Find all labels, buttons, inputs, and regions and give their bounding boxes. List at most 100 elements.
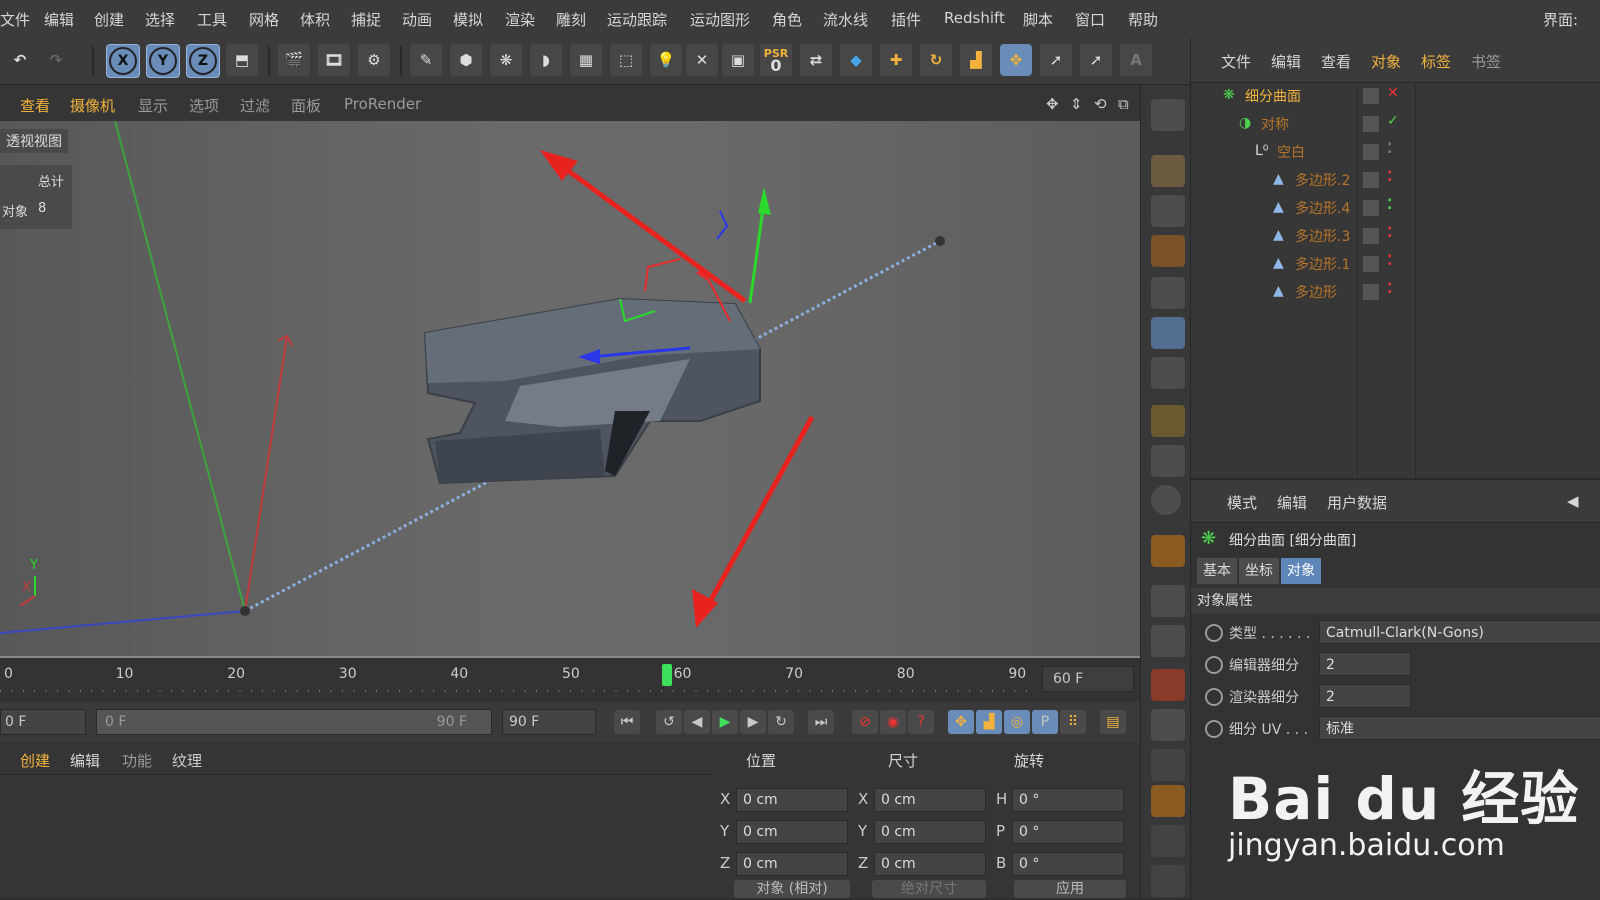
menu-create[interactable]: 创建 [94,9,124,30]
viewport-rotate-icon[interactable]: ⟲ [1094,95,1107,113]
om-menu-bookmarks[interactable]: 书签 [1471,51,1501,72]
visibility-status-icon[interactable]: ✓ [1387,113,1399,129]
timeline-playhead[interactable] [661,664,672,686]
viewport-dolly-icon[interactable]: ⇕ [1070,95,1083,113]
solo-icon[interactable] [1151,485,1181,515]
live-selection-icon[interactable]: ➚ [1040,44,1072,76]
download-icon[interactable] [1151,709,1185,741]
vp-menu-prorender[interactable]: ProRender [344,95,421,113]
make-editable-icon[interactable] [1151,155,1185,187]
viewport-maximize-icon[interactable]: ⧉ [1118,95,1129,113]
vp-menu-display[interactable]: 显示 [138,95,168,116]
picture-icon[interactable]: ▣ [722,44,754,76]
pos-z-input[interactable]: 0 cm [736,852,848,876]
menu-sculpt[interactable]: 雕刻 [556,9,586,30]
tab-object[interactable]: 对象 [1281,558,1321,584]
layer-tag-icon[interactable] [1363,228,1379,244]
scale-icon[interactable]: ▟ [960,44,992,76]
layer-tag-icon[interactable] [1363,144,1379,160]
subdivide-uv-select[interactable]: 标准 [1319,716,1600,740]
tab-coordinates[interactable]: 坐标 [1239,558,1279,584]
timeline-window-icon[interactable]: ▤ [1100,710,1126,734]
back-arrow-icon[interactable]: ◀ [1567,492,1579,510]
rot-p-input[interactable]: 0 ° [1012,820,1124,844]
render-sphere-icon[interactable] [1151,99,1185,131]
render-view-icon[interactable]: 🎬 [278,44,310,76]
autokey-icon[interactable]: ◉ [880,710,906,734]
camera-icon[interactable]: ⬚ [610,44,642,76]
object-row[interactable]: ❋ 细分曲面 ✕ [1191,82,1600,110]
mat-menu-function[interactable]: 功能 [122,750,152,771]
subdivision-generator-icon[interactable]: ❋ [490,44,522,76]
rotate-icon[interactable]: ↻ [920,44,952,76]
coord-size-select[interactable]: 绝对尺寸 [872,880,986,898]
menu-window[interactable]: 窗口 [1075,9,1105,30]
vp-menu-options[interactable]: 选项 [189,95,219,116]
menu-animate[interactable]: 动画 [402,9,432,30]
deformer-icon[interactable]: ◗ [530,44,562,76]
visibility-status-icon[interactable]: ⁚ [1387,169,1392,185]
mat-menu-create[interactable]: 创建 [20,750,50,771]
menu-tools[interactable]: 工具 [197,9,227,30]
menu-edit[interactable]: 编辑 [44,9,74,30]
record-icon[interactable]: ⊘ [852,710,878,734]
box-icon[interactable] [1151,785,1185,817]
rectangle-selection-icon[interactable]: ➚ [1080,44,1112,76]
rot-b-input[interactable]: 0 ° [1012,852,1124,876]
prop-editor-subdiv-radio[interactable] [1205,656,1223,674]
editor-subdivision-input[interactable]: 2 [1319,652,1411,676]
pen-icon[interactable]: ✎ [410,44,442,76]
visibility-status-icon[interactable]: ⁚ [1387,253,1392,269]
menu-motion-tracking[interactable]: 运动跟踪 [607,9,667,30]
z-axis-lock-button[interactable]: Z [186,44,220,78]
perspective-viewport[interactable]: Y X 透视视图 总计 对象 8 [0,121,1140,658]
next-frame-icon[interactable]: ▶ [740,710,766,734]
object-row[interactable]: ▲ 多边形.3 ⁚ [1191,222,1600,250]
subdivision-type-select[interactable]: Catmull-Clark(N-Gons) [1319,620,1600,644]
menu-file[interactable]: 文件 [0,9,30,30]
layer-tag-icon[interactable] [1363,200,1379,216]
axis-mode-icon[interactable] [1151,405,1185,437]
vp-menu-panel[interactable]: 面板 [291,95,321,116]
xyz-swap-icon[interactable]: ⇄ [800,44,832,76]
am-menu-edit[interactable]: 编辑 [1277,492,1307,513]
move-icon[interactable]: ✥ [1000,44,1032,76]
render-subdivision-input[interactable]: 2 [1319,684,1411,708]
object-row[interactable]: ▲ 多边形.2 ⁚ [1191,166,1600,194]
size-z-input[interactable]: 0 cm [874,852,986,876]
viewport-move-icon[interactable]: ✥ [1046,95,1059,113]
om-menu-tags[interactable]: 标签 [1421,51,1451,72]
object-row[interactable]: ◑ 对称 ✓ [1191,110,1600,138]
menu-plugins[interactable]: 插件 [891,9,921,30]
menu-character[interactable]: 角色 [772,9,802,30]
coordinate-system-icon[interactable]: ⬒ [226,44,258,76]
keyframe-selection-icon[interactable]: ? [908,710,934,734]
python-icon[interactable] [1151,865,1185,897]
om-menu-edit[interactable]: 编辑 [1271,51,1301,72]
pos-y-input[interactable]: 0 cm [736,820,848,844]
layer-tag-icon[interactable] [1363,284,1379,300]
object-row[interactable]: L⁰ 空白 ⁚ [1191,138,1600,166]
frame-range-slider[interactable]: 0 F 90 F [96,709,492,735]
current-frame-field[interactable]: 60 F [1042,666,1134,692]
viewport-render-icon[interactable] [1151,669,1185,701]
text-tool-icon[interactable]: A [1120,44,1152,76]
visibility-status-icon[interactable]: ✕ [1387,85,1399,101]
visibility-status-icon[interactable]: ⁚ [1387,281,1392,297]
previous-key-icon[interactable]: ↺ [656,710,682,734]
key-rotation-icon[interactable]: ◎ [1004,710,1030,734]
apply-button[interactable]: 应用 [1014,880,1126,898]
polygon-mode-icon[interactable] [1151,357,1185,389]
psr-icon[interactable]: PSR 0 [760,44,792,76]
size-x-input[interactable]: 0 cm [874,788,986,812]
am-menu-mode[interactable]: 模式 [1227,492,1257,513]
object-cube-icon[interactable]: ◆ [840,44,872,76]
render-picture-viewer-icon[interactable]: 🎞 [318,44,350,76]
start-frame-field[interactable]: 0 F [0,709,86,735]
menu-help[interactable]: 帮助 [1128,9,1158,30]
prop-subdiv-uv-radio[interactable] [1205,720,1223,738]
om-menu-view[interactable]: 查看 [1321,51,1351,72]
vp-menu-filter[interactable]: 过滤 [240,95,270,116]
visibility-status-icon[interactable]: ⁚ [1387,141,1392,157]
end-frame-field[interactable]: 90 F [502,709,596,735]
